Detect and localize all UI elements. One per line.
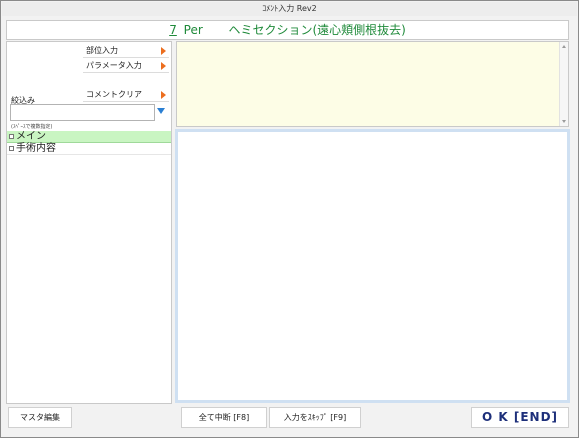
play-arrow-icon bbox=[161, 62, 166, 70]
filter-input[interactable] bbox=[10, 104, 155, 121]
master-edit-button[interactable]: マスタ編集 bbox=[8, 407, 72, 428]
tree-item-label: メイン bbox=[16, 131, 46, 142]
parameter-input-label: パラメータ入力 bbox=[86, 61, 142, 70]
site-input-label: 部位入力 bbox=[86, 46, 118, 55]
comment-text-area[interactable] bbox=[176, 41, 569, 127]
comment-scrollbar[interactable] bbox=[559, 42, 568, 126]
comment-clear-label: コメントクリア bbox=[86, 90, 142, 99]
category-tree: メイン 手術内容 bbox=[7, 131, 171, 155]
dropdown-triangle-icon[interactable] bbox=[157, 108, 165, 114]
filter-hint: (ｽﾍﾟｰｽで複数指定) bbox=[11, 124, 53, 130]
scroll-up-icon[interactable] bbox=[562, 45, 566, 48]
site-input-button[interactable]: 部位入力 bbox=[83, 45, 169, 58]
comment-clear-button[interactable]: コメントクリア bbox=[83, 89, 169, 102]
tree-item-label: 手術内容 bbox=[16, 143, 56, 154]
tree-item-main[interactable]: メイン bbox=[7, 131, 171, 143]
selection-list-area[interactable] bbox=[175, 129, 570, 403]
checkbox-icon[interactable] bbox=[9, 134, 14, 139]
ok-end-button[interactable]: O K [END] bbox=[471, 407, 569, 428]
procedure-code: Per bbox=[183, 23, 203, 37]
scroll-down-icon[interactable] bbox=[562, 120, 566, 123]
left-panel: 部位入力 パラメータ入力 コメントクリア 絞込み (ｽﾍﾟｰｽで複数指定) メイ… bbox=[6, 41, 172, 404]
play-arrow-icon bbox=[161, 47, 166, 55]
window-title: ｺﾒﾝﾄ入力 Rev2 bbox=[2, 2, 577, 16]
procedure-name: ヘミセクション(遠心頬側根抜去) bbox=[228, 23, 406, 37]
procedure-header: 7 Per ヘミセクション(遠心頬側根抜去) bbox=[6, 20, 569, 40]
play-arrow-icon bbox=[161, 91, 166, 99]
parameter-input-button[interactable]: パラメータ入力 bbox=[83, 60, 169, 73]
tree-item-surgery[interactable]: 手術内容 bbox=[7, 143, 171, 155]
comment-input-window: ｺﾒﾝﾄ入力 Rev2 7 Per ヘミセクション(遠心頬側根抜去) 部位入力 … bbox=[0, 0, 579, 438]
checkbox-icon[interactable] bbox=[9, 146, 14, 151]
footer-bar: マスタ編集 全て中断 [F8] 入力をｽｷｯﾌﾟ [F9] O K [END] bbox=[2, 405, 577, 433]
skip-input-button[interactable]: 入力をｽｷｯﾌﾟ [F9] bbox=[269, 407, 361, 428]
tooth-number: 7 bbox=[169, 23, 177, 37]
abort-all-button[interactable]: 全て中断 [F8] bbox=[181, 407, 267, 428]
